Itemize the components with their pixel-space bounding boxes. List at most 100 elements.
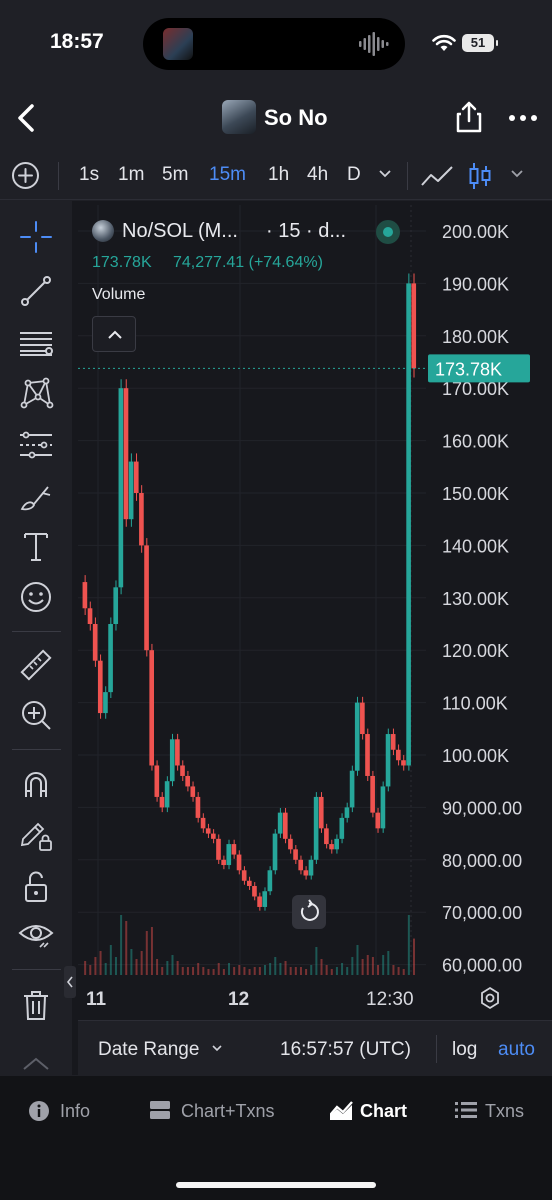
wifi-icon bbox=[432, 34, 456, 51]
unlock-icon[interactable] bbox=[18, 869, 54, 905]
candle-body bbox=[318, 796, 324, 829]
text-tool-icon[interactable] bbox=[18, 529, 54, 565]
price-tick-label: 90,000.00 bbox=[442, 798, 522, 818]
candle-body bbox=[308, 859, 314, 876]
collapse-legend-button[interactable] bbox=[92, 316, 136, 352]
volume-bar bbox=[397, 967, 400, 975]
candle-body bbox=[293, 849, 298, 860]
legend-volume-label: Volume bbox=[92, 286, 146, 303]
date-range-chevron-icon[interactable] bbox=[210, 1043, 224, 1053]
volume-bar bbox=[104, 963, 107, 975]
tab-chart[interactable]: Chart bbox=[330, 1100, 420, 1124]
sidebar-divider bbox=[12, 749, 61, 750]
info-icon bbox=[29, 1101, 49, 1121]
price-tick-label: 200.00K bbox=[442, 222, 509, 242]
tab-chart-label: Chart bbox=[360, 1101, 408, 1121]
forecast-tool-icon[interactable] bbox=[18, 427, 54, 463]
candle-body bbox=[360, 702, 365, 735]
volume-bar bbox=[361, 959, 364, 975]
volume-bar bbox=[392, 965, 395, 975]
bottom-divider bbox=[436, 1035, 437, 1063]
volume-bar bbox=[258, 967, 261, 975]
timeframe-5m[interactable]: 5m bbox=[162, 164, 188, 186]
candle-body bbox=[390, 734, 396, 750]
visibility-icon[interactable] bbox=[18, 917, 54, 953]
volume-bar bbox=[284, 961, 287, 975]
timeframe-15m[interactable]: 15m bbox=[209, 164, 246, 186]
timeframe-1s[interactable]: 1s bbox=[79, 164, 99, 186]
candle-body bbox=[365, 734, 370, 776]
volume-bar bbox=[222, 969, 225, 975]
candle-body bbox=[231, 844, 237, 855]
timeframe-4h[interactable]: 4h bbox=[307, 164, 328, 186]
candle-body bbox=[349, 770, 355, 808]
tab-chart-txns-label: Chart+Txns bbox=[181, 1101, 275, 1121]
zoom-in-icon[interactable] bbox=[18, 697, 54, 733]
volume-bar bbox=[407, 915, 410, 975]
candle-body bbox=[344, 807, 350, 818]
volume-bar bbox=[140, 951, 143, 975]
chart-type-dropdown-icon[interactable] bbox=[510, 168, 524, 178]
trend-line-icon[interactable] bbox=[18, 273, 54, 309]
crosshair-icon[interactable] bbox=[18, 219, 54, 255]
utc-clock[interactable]: 16:57:57 (UTC) bbox=[280, 1039, 411, 1061]
auto-scale-toggle[interactable]: auto bbox=[498, 1039, 535, 1061]
trash-icon[interactable] bbox=[18, 987, 54, 1023]
tab-info[interactable]: Info bbox=[28, 1100, 98, 1124]
timeframe-1h[interactable]: 1h bbox=[268, 164, 289, 186]
price-axis: 200.00K190.00K180.00K170.00K160.00K150.0… bbox=[442, 222, 522, 976]
status-bar: 18:57 51 bbox=[0, 0, 552, 90]
timeframe-1m[interactable]: 1m bbox=[118, 164, 144, 186]
candle-body bbox=[339, 817, 345, 839]
pattern-tool-icon[interactable] bbox=[18, 375, 54, 411]
volume-bar bbox=[135, 959, 138, 975]
candles-chart-type-icon[interactable] bbox=[468, 161, 492, 191]
chart-settings-icon[interactable] bbox=[478, 986, 502, 1010]
volume-bar bbox=[99, 951, 102, 975]
candle-body bbox=[257, 896, 262, 907]
candle-body bbox=[216, 838, 221, 860]
volume-bar bbox=[387, 951, 390, 975]
more-icon[interactable] bbox=[508, 114, 538, 122]
magnet-icon[interactable] bbox=[18, 767, 54, 803]
reset-chart-button[interactable] bbox=[292, 895, 326, 929]
candle-body bbox=[97, 660, 103, 714]
tab-chart-txns[interactable]: Chart+Txns bbox=[150, 1100, 290, 1124]
add-indicator-button[interactable] bbox=[12, 162, 39, 189]
chevron-up-icon bbox=[108, 330, 122, 339]
volume-bar bbox=[161, 967, 164, 975]
lock-drawings-icon[interactable] bbox=[18, 817, 54, 853]
line-chart-type-icon[interactable] bbox=[420, 163, 454, 189]
list-icon bbox=[455, 1102, 477, 1118]
candle-body bbox=[103, 692, 108, 714]
volume-bar bbox=[217, 963, 220, 975]
tab-txns[interactable]: Txns bbox=[455, 1100, 535, 1124]
timeframe-d[interactable]: D bbox=[347, 164, 361, 186]
collapse-sidebar-handle[interactable] bbox=[64, 966, 76, 998]
brush-icon[interactable] bbox=[18, 479, 54, 515]
tab-txns-label: Txns bbox=[485, 1101, 525, 1121]
candle-body bbox=[195, 796, 201, 818]
reset-icon bbox=[300, 899, 319, 921]
share-icon[interactable] bbox=[452, 100, 486, 134]
candle-body bbox=[159, 796, 165, 808]
candle-body bbox=[190, 786, 196, 797]
emoji-icon[interactable] bbox=[18, 579, 54, 615]
back-icon[interactable] bbox=[10, 100, 46, 136]
volume-bar bbox=[382, 955, 385, 975]
fib-levels-icon[interactable] bbox=[18, 325, 54, 361]
date-range-button[interactable]: Date Range bbox=[98, 1039, 199, 1061]
timeframe-dropdown-icon[interactable] bbox=[378, 168, 392, 178]
current-price-label: 173.78K bbox=[435, 359, 502, 379]
volume-bar bbox=[84, 961, 87, 975]
volume-bar bbox=[253, 967, 256, 975]
status-time: 18:57 bbox=[50, 30, 104, 53]
log-scale-toggle[interactable]: log bbox=[452, 1039, 477, 1061]
ruler-icon[interactable] bbox=[18, 647, 54, 683]
volume-bars bbox=[84, 915, 415, 975]
more-tools-icon[interactable] bbox=[20, 1055, 52, 1075]
candle-body bbox=[87, 608, 93, 624]
volume-bar bbox=[156, 959, 159, 975]
toolbar-divider bbox=[58, 162, 59, 190]
time-tick-label: 12 bbox=[228, 989, 249, 1010]
